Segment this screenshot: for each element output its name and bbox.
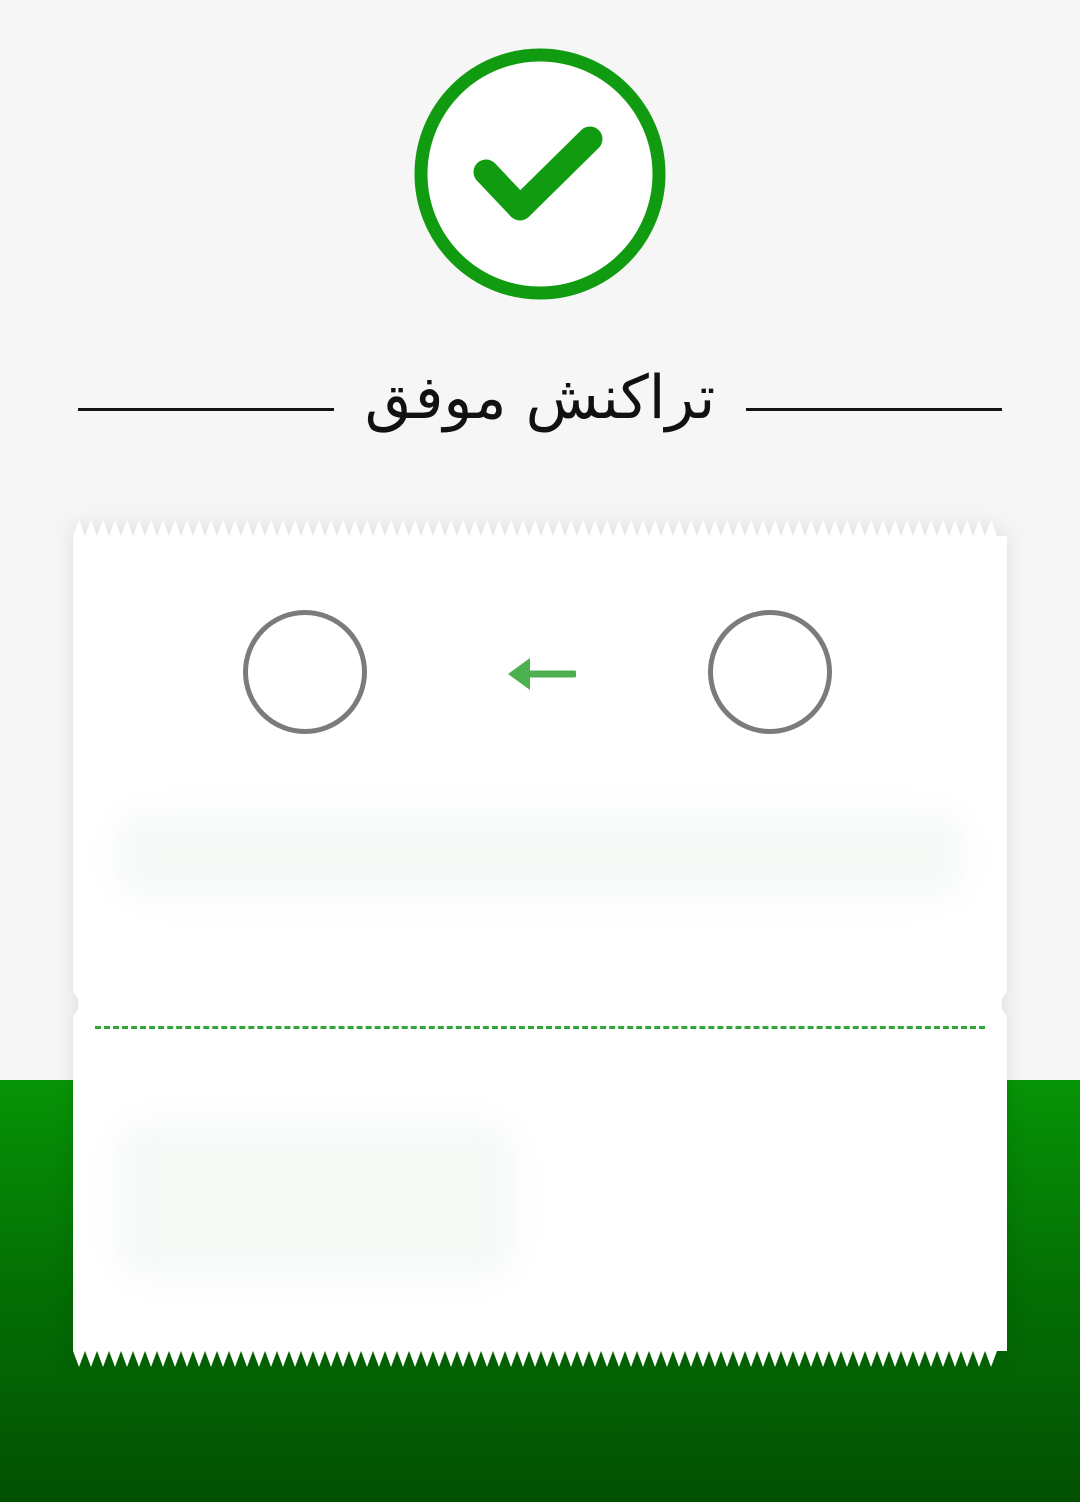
title-divider-left — [78, 408, 334, 411]
page-title: تراکنش موفق — [364, 363, 716, 433]
check-circle-icon — [414, 48, 666, 300]
title-divider-right — [746, 408, 1002, 411]
source-account-circle — [708, 610, 832, 734]
blurred-content-bottom — [115, 1120, 515, 1280]
blurred-content-top — [115, 810, 965, 900]
transaction-receipt — [73, 520, 1007, 1367]
arrow-left-icon — [506, 654, 576, 694]
status-title-row: تراکنش موفق — [78, 350, 1002, 450]
receipt-dashed-divider — [95, 1026, 985, 1029]
destination-account-circle — [243, 610, 367, 734]
